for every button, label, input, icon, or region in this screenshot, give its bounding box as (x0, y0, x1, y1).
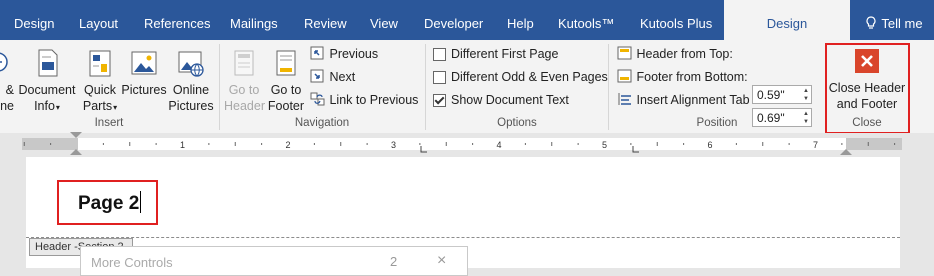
go-to-header-label: Go to Header (224, 83, 265, 113)
insert-alignment-tab-label: Insert Alignment Tab (636, 93, 750, 107)
show-document-text-checkbox[interactable]: Show Document Text (433, 90, 569, 110)
different-odd-even-label: Different Odd & Even Pages (451, 70, 608, 84)
popup-close-icon[interactable]: × (437, 252, 446, 270)
date-time-label: & ne (0, 83, 14, 113)
ruler-number: 7 (813, 140, 818, 150)
ruler-number: 2 (285, 140, 290, 150)
chevron-down-icon: ▾ (55, 103, 60, 112)
quick-parts-button[interactable]: Quick Parts▾ (80, 46, 120, 116)
tab-view[interactable]: View (370, 0, 398, 40)
header-position-icon (617, 46, 632, 60)
spin-up-icon[interactable]: ▲ (803, 88, 809, 95)
date-time-button[interactable]: & ne (0, 46, 14, 116)
online-pictures-label: Online Pictures (168, 83, 214, 113)
go-to-footer-icon (276, 50, 296, 76)
footer-from-bottom-label: Footer from Bottom: (636, 70, 748, 84)
different-first-page-checkbox[interactable]: Different First Page (433, 44, 558, 64)
tab-review[interactable]: Review (304, 0, 347, 40)
different-first-page-label: Different First Page (451, 47, 559, 61)
link-icon (310, 92, 325, 106)
next-icon (310, 69, 324, 83)
ribbon: & ne Document Info▾ Quick Parts▾ Picture… (0, 40, 934, 134)
spin-down-icon[interactable]: ▼ (803, 96, 809, 103)
options-group-label: Options (497, 117, 537, 129)
tab-header-footer-design[interactable]: Design (724, 0, 850, 40)
ruler-number: 3 (391, 140, 396, 150)
checkbox-box[interactable] (433, 71, 446, 84)
link-to-previous-button[interactable]: Link to Previous (310, 90, 418, 110)
tab-references[interactable]: References (144, 0, 210, 40)
footer-position-icon (617, 69, 632, 83)
online-pictures-button[interactable]: Online Pictures (168, 46, 214, 116)
tab-design[interactable]: Design (14, 0, 54, 40)
text-cursor (140, 191, 142, 213)
horizontal-ruler[interactable]: 1 2 3 4 5 6 7 (0, 132, 934, 157)
document-info-label: Document Info▾ (18, 83, 76, 113)
document-page[interactable]: Page 2 Header -Section 2- More Controls … (26, 157, 900, 276)
ruler-number: 1 (180, 140, 185, 150)
different-odd-even-checkbox[interactable]: Different Odd & Even Pages (433, 67, 608, 87)
ruler-number: 6 (707, 140, 712, 150)
more-controls-popup[interactable]: More Controls 2 × (80, 246, 468, 276)
next-label: Next (329, 70, 356, 84)
ribbon-tab-bar: Design Layout References Mailings Review… (0, 0, 934, 40)
online-pictures-icon (178, 51, 204, 77)
header-from-top-input[interactable]: 0.59" ▲ ▼ (752, 85, 812, 104)
checkbox-box[interactable] (433, 48, 446, 61)
position-group-label: Position (696, 117, 738, 129)
picture-icon (131, 51, 157, 75)
popup-help-number[interactable]: 2 (390, 254, 397, 269)
tell-me-label: Tell me (881, 16, 923, 31)
clock-icon (0, 52, 8, 72)
footer-from-bottom-row: Footer from Bottom: (617, 67, 748, 87)
quick-parts-icon (89, 50, 111, 77)
first-line-indent-marker[interactable] (70, 132, 82, 138)
quick-parts-label: Quick Parts▾ (82, 83, 118, 113)
right-indent-marker[interactable] (840, 149, 852, 155)
tab-stop-marker[interactable] (632, 146, 639, 153)
tab-mailings[interactable]: Mailings (230, 0, 278, 40)
previous-button[interactable]: Previous (310, 44, 378, 64)
link-to-previous-label: Link to Previous (329, 93, 419, 107)
tab-kutools-plus[interactable]: Kutools Plus (640, 0, 712, 40)
header-page-text[interactable]: Page 2 (78, 191, 142, 215)
tab-developer[interactable]: Developer (424, 0, 483, 40)
tab-kutools[interactable]: Kutools™ (558, 0, 614, 40)
show-document-text-label: Show Document Text (451, 93, 569, 107)
previous-label: Previous (329, 47, 379, 61)
insert-alignment-tab-button[interactable]: Insert Alignment Tab (617, 90, 750, 110)
page-number-text: Page 2 (78, 193, 140, 214)
insert-group-label: Insert (94, 117, 124, 129)
ruler-number: 5 (602, 140, 607, 150)
go-to-footer-label: Go to Footer (267, 83, 305, 113)
close-button-highlight (825, 43, 910, 134)
chevron-down-icon: ▾ (113, 103, 118, 112)
hanging-indent-marker[interactable] (70, 149, 82, 155)
tab-help[interactable]: Help (507, 0, 534, 40)
document-info-button[interactable]: Document Info▾ (18, 46, 76, 116)
navigation-group-label: Navigation (294, 117, 350, 129)
next-button[interactable]: Next (310, 67, 355, 87)
document-info-icon (38, 49, 58, 77)
header-from-top-label: Header from Top: (636, 47, 733, 61)
go-to-header-button[interactable]: Go to Header (224, 46, 265, 116)
tell-me-box[interactable]: Tell me (866, 0, 923, 40)
pictures-label: Pictures (121, 83, 167, 97)
ruler-ticks: 1 2 3 4 5 6 7 (23, 140, 896, 153)
pictures-button[interactable]: Pictures (121, 46, 167, 116)
ruler-number: 4 (496, 140, 501, 150)
previous-icon (310, 46, 324, 60)
tab-layout[interactable]: Layout (79, 0, 118, 40)
header-from-top-value: 0.59" (757, 88, 785, 102)
go-to-header-icon (234, 50, 254, 76)
alignment-tab-icon (618, 93, 631, 105)
header-boundary-line (26, 237, 900, 238)
go-to-footer-button[interactable]: Go to Footer (266, 46, 306, 116)
tab-stop-marker[interactable] (420, 146, 427, 153)
header-from-top-row: Header from Top: (617, 44, 733, 64)
checkbox-box-checked[interactable] (433, 94, 446, 107)
